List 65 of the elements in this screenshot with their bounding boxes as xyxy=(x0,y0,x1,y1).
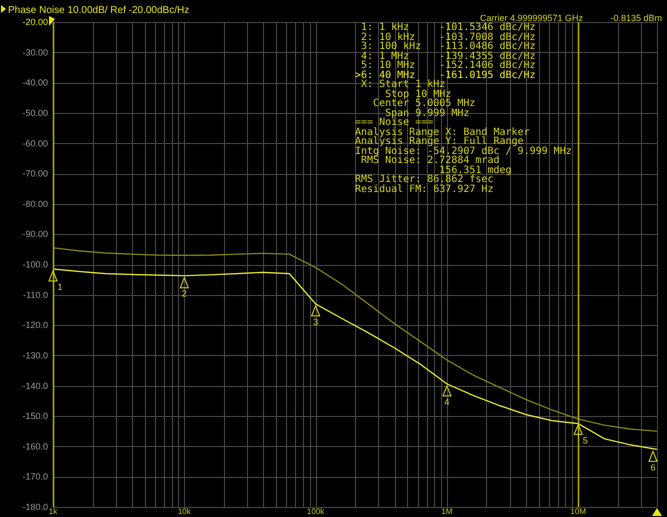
marker-frequency: 1 kHz xyxy=(379,23,410,32)
x-axis-label: 1M xyxy=(441,507,452,516)
x-axis-label: 10k xyxy=(178,507,191,516)
annotation: 1 xyxy=(57,282,63,292)
measurement-text: RMS Jitter: 86.862 fsec xyxy=(355,174,494,185)
y-axis-label: -140.0 xyxy=(22,380,48,391)
y-axis-label: -20.00 xyxy=(22,17,48,27)
marker-index: 5: xyxy=(361,61,374,70)
band-marker-line[interactable] xyxy=(578,22,580,507)
y-axis-label: -30.00 xyxy=(22,47,48,58)
marker-index: 2: xyxy=(360,32,374,42)
marker-frequency: 40 MHz xyxy=(379,70,416,80)
marker-frequency: 1 MHz xyxy=(379,52,410,61)
annotation: 5 xyxy=(582,435,588,446)
x-axis-label: 10M xyxy=(570,507,586,516)
marker-value: -113.0486 dBc/Hz xyxy=(439,42,537,52)
y-axis-label: -80.00 xyxy=(22,198,48,209)
measurement-text: === Noise === xyxy=(355,117,434,128)
y-axis-label: -40.00 xyxy=(22,78,48,88)
marker-index: 1: xyxy=(360,23,374,32)
marker-value: -152.1406 dBc/Hz xyxy=(439,61,537,70)
y-axis-label: -150.0 xyxy=(22,411,48,422)
marker-frequency: 10 MHz xyxy=(379,61,416,70)
y-axis-label: -160.0 xyxy=(22,441,48,452)
marker-value: -139.4355 dBc/Hz xyxy=(439,52,537,61)
band-end-icon xyxy=(652,508,662,516)
marker-value: -161.0195 dBc/Hz xyxy=(439,70,537,80)
y-axis-label: -50.00 xyxy=(22,108,48,118)
carrier-frequency: Carrier 4.999999571 GHz xyxy=(480,13,584,23)
annotation: 4 xyxy=(444,396,450,407)
marker-value: -101.5346 dBc/Hz xyxy=(439,23,536,32)
marker-frequency: 100 kHz xyxy=(379,42,422,52)
y-axis-label: -110.0 xyxy=(23,290,48,300)
marker-index: >6: xyxy=(355,70,374,80)
y-axis-label: -100.0 xyxy=(22,260,48,270)
measurement-text: Intg Noise: -54.2907 dBc / 9.999 MHz xyxy=(355,146,572,156)
y-axis-label: -70.00 xyxy=(22,168,48,179)
y-axis-label: -120.0 xyxy=(22,320,48,330)
y-axis-label: -130.0 xyxy=(22,350,48,360)
measurement-text: Analysis Range Y: Full Range xyxy=(355,136,524,147)
measurement-text: RMS Noise: 2.72884 mrad xyxy=(361,155,500,166)
marker-index: 4: xyxy=(360,52,374,61)
measurement-text: Analysis Range X: Band Marker xyxy=(355,126,530,138)
y-axis-label: -90.00 xyxy=(22,229,48,240)
reference-level-icon xyxy=(49,16,55,26)
annotation: 6 xyxy=(650,462,656,472)
measurement-text: Center 5.0005 MHz xyxy=(373,98,476,109)
carrier-power: -0.8135 dBm xyxy=(610,13,662,23)
x-axis-label: 100k xyxy=(306,507,324,516)
measurement-text: X: Start 1 kHz xyxy=(361,79,446,90)
chart-title: Phase Noise 10.00dB/ Ref -20.00dBc/Hz xyxy=(8,5,190,16)
measurement-text: Residual FM: 637.927 Hz xyxy=(355,184,494,194)
annotation: 2 xyxy=(182,288,187,299)
marker-frequency: 10 kHz xyxy=(379,32,416,42)
measurement-text: Span 9.999 MHz xyxy=(385,108,470,118)
x-axis-label: 1k xyxy=(48,507,58,516)
marker-index: 3: xyxy=(360,42,374,52)
annotation: 3 xyxy=(313,316,318,327)
y-axis-label: -60.00 xyxy=(22,138,48,148)
triangle-icon xyxy=(1,5,6,13)
marker-value: -103.7008 dBc/Hz xyxy=(439,32,537,42)
measurement-text: Stop 10 MHz xyxy=(385,88,452,100)
y-axis-label: -180.0 xyxy=(22,502,48,512)
measurement-text: 156.351 mdeg xyxy=(439,164,512,176)
y-axis-label: -170.0 xyxy=(22,472,48,482)
